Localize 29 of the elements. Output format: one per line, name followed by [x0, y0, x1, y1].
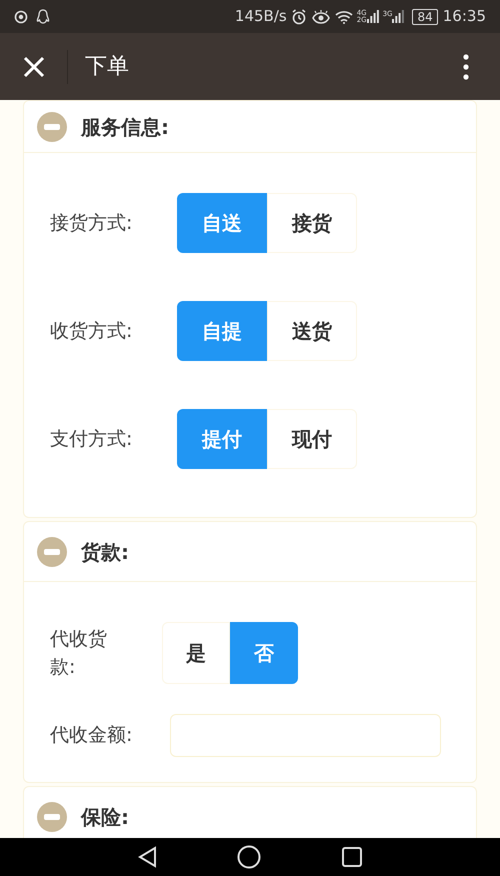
target-icon	[14, 10, 28, 24]
battery-level: 84	[412, 8, 438, 24]
field-label: 支付方式:	[50, 426, 134, 452]
network-speed: 145B/s	[234, 6, 287, 28]
section-title: 服务信息:	[81, 114, 169, 140]
segment-option[interactable]: 是	[162, 622, 230, 684]
back-icon[interactable]	[137, 846, 157, 868]
page-title: 下单	[85, 53, 129, 81]
penguin-icon	[36, 8, 50, 24]
field-label: 代收货款:	[50, 626, 108, 680]
signal-icon	[366, 10, 379, 24]
field-label: 收货方式:	[50, 318, 134, 344]
more-icon	[463, 54, 469, 80]
field-label: 接货方式:	[50, 210, 134, 236]
clock: 16:35	[442, 6, 486, 28]
wifi-icon	[334, 10, 353, 24]
field-label: 代收金额:	[50, 723, 134, 748]
close-icon	[22, 56, 44, 78]
amount-input[interactable]	[170, 714, 441, 757]
recent-apps-icon[interactable]	[341, 846, 363, 868]
section-title: 保险:	[81, 804, 129, 830]
eye-icon	[312, 10, 330, 24]
alarm-icon	[290, 8, 307, 24]
home-icon[interactable]	[237, 845, 261, 869]
segment-option[interactable]: 现付	[267, 409, 357, 469]
segment-option[interactable]: 接货	[267, 193, 357, 253]
section-title: 货款:	[81, 538, 129, 566]
segment-option[interactable]: 送货	[267, 301, 357, 361]
signal-icon	[392, 10, 404, 24]
